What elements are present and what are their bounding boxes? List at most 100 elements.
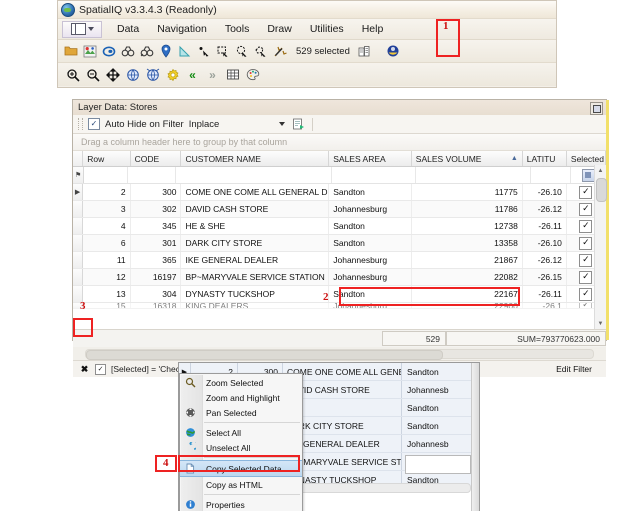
filter-cell-row[interactable] xyxy=(84,167,128,183)
select-polygon-icon[interactable] xyxy=(252,43,269,60)
filter-mode-combo[interactable]: Inplace xyxy=(189,119,285,130)
cell-latitude: -26.10 xyxy=(523,184,567,200)
menu-item-draw[interactable]: Draw xyxy=(258,21,301,37)
column-header-selected[interactable]: Selected ▼ xyxy=(567,151,606,166)
table-row[interactable]: 3302DAVID CASH STOREJohannesburg11786-26… xyxy=(73,201,606,218)
chevron-down-icon xyxy=(279,122,285,126)
context-menu-item-copy-selected-data[interactable]: Copy Selected Data xyxy=(180,460,302,477)
row-selected-checkbox[interactable]: ✓ xyxy=(579,254,592,267)
grid-horizontal-scroll-area[interactable] xyxy=(73,347,606,360)
panel-toggle-button[interactable] xyxy=(62,21,102,38)
auto-hide-checkbox[interactable]: ✓ xyxy=(88,118,100,130)
forward-double-icon[interactable]: » xyxy=(204,66,221,83)
context-bottom-input[interactable] xyxy=(405,455,471,474)
filter-mode-value: Inplace xyxy=(189,119,220,130)
row-selected-checkbox[interactable]: ✓ xyxy=(579,186,592,199)
context-menu-item-select-all[interactable]: Select All xyxy=(180,425,302,440)
menu-item-navigation[interactable]: Navigation xyxy=(148,21,216,37)
grid-horizontal-scrollbar[interactable] xyxy=(85,349,594,359)
column-header-sales-area[interactable]: SALES AREA xyxy=(329,151,412,166)
zoom-full-extent-icon[interactable] xyxy=(124,66,141,83)
select-rectangle-icon[interactable] xyxy=(214,43,231,60)
select-circle-icon[interactable] xyxy=(233,43,250,60)
binoculars-alt-icon[interactable] xyxy=(138,43,155,60)
row-selected-checkbox[interactable]: ✓ xyxy=(579,288,592,301)
context-menu-item-label: Copy Selected Data xyxy=(206,464,282,474)
selection-status: 529 selected xyxy=(296,46,350,57)
row-selected-checkbox[interactable]: ✓ xyxy=(579,237,592,250)
grid-icon[interactable] xyxy=(224,66,241,83)
zoom-previous-icon[interactable] xyxy=(144,66,161,83)
layer-table-icon[interactable] xyxy=(356,43,373,60)
filter-cell-latitude[interactable] xyxy=(531,167,571,183)
column-header-latitude[interactable]: LATITU xyxy=(523,151,567,166)
table-row[interactable]: 4345HE & SHESandton12738-26.11✓ xyxy=(73,218,606,235)
vertical-scroll-thumb[interactable] xyxy=(596,178,607,202)
context-menu-item-properties[interactable]: Properties xyxy=(180,497,302,511)
row-selected-checkbox[interactable]: ✓ xyxy=(579,220,592,233)
column-header-sales-volume[interactable]: SALES VOLUME ▲ xyxy=(412,151,523,166)
filter-cell-sales-area[interactable] xyxy=(332,167,415,183)
row-selected-checkbox[interactable]: ✓ xyxy=(579,271,592,284)
annotation-number-2: 2 xyxy=(323,291,329,303)
context-menu-item-zoom-and-highlight[interactable]: Zoom and Highlight xyxy=(180,390,302,405)
clear-selection-icon[interactable] xyxy=(271,43,288,60)
menu-item-data[interactable]: Data xyxy=(108,21,148,37)
menu-item-tools[interactable]: Tools xyxy=(216,21,259,37)
table-row-partial[interactable]: 1516318KING DEALERSJohannesburg22900-26.… xyxy=(73,303,606,309)
filter-cell-code[interactable] xyxy=(128,167,176,183)
context-menu-item-copy-as-html[interactable]: Copy as HTML xyxy=(180,477,302,492)
toolbar-divider xyxy=(312,118,313,131)
filter-cell-customer-name[interactable] xyxy=(176,167,332,183)
filter-enabled-checkbox[interactable]: ✓ xyxy=(95,364,106,375)
layer-data-icon[interactable] xyxy=(385,43,402,60)
edit-filter-link[interactable]: Edit Filter xyxy=(556,364,592,374)
context-menu-item-pan-selected[interactable]: Pan Selected xyxy=(180,405,302,420)
group-by-panel[interactable]: Drag a column header here to group by th… xyxy=(73,134,606,151)
scroll-down-arrow-icon[interactable]: ▼ xyxy=(595,318,606,329)
measure-triangle-icon[interactable] xyxy=(176,43,193,60)
horizontal-scroll-thumb[interactable] xyxy=(86,350,443,360)
menu-item-utilities[interactable]: Utilities xyxy=(301,21,353,37)
settings-gear-icon[interactable] xyxy=(164,66,181,83)
summary-count: 529 xyxy=(382,331,446,346)
lasso-select-icon[interactable] xyxy=(100,43,117,60)
context-menu-item-label: Zoom Selected xyxy=(206,378,263,388)
table-row[interactable]: 11365IKE GENERAL DEALERJohannesburg21867… xyxy=(73,252,606,269)
cell-row: 12 xyxy=(83,269,130,285)
open-folder-icon[interactable] xyxy=(62,43,79,60)
table-row[interactable]: ▶2300COME ONE COME ALL GENERAL DEALERSan… xyxy=(73,184,606,201)
pan-icon[interactable] xyxy=(104,66,121,83)
row-selected-checkbox[interactable]: ✓ xyxy=(579,303,592,308)
scroll-up-arrow-icon[interactable]: ▲ xyxy=(595,165,606,176)
back-double-icon[interactable]: « xyxy=(184,66,201,83)
map-layers-icon[interactable] xyxy=(81,43,98,60)
menu-item-help[interactable]: Help xyxy=(353,21,393,37)
row-selected-checkbox[interactable]: ✓ xyxy=(579,203,592,216)
funnel-icon[interactable]: ▼ xyxy=(604,155,606,162)
column-header-sales-volume-label: SALES VOLUME xyxy=(416,154,482,164)
arrow-select-icon[interactable] xyxy=(195,43,212,60)
column-header-code[interactable]: CODE xyxy=(131,151,182,166)
table-row[interactable]: 1216197BP~MARYVALE SERVICE STATIONJohann… xyxy=(73,269,606,286)
export-data-icon[interactable] xyxy=(290,116,307,133)
zoom-in-icon[interactable] xyxy=(64,66,81,83)
table-row[interactable]: 6301DARK CITY STORESandton13358-26.10✓ xyxy=(73,235,606,252)
filter-cell-sales-volume[interactable] xyxy=(416,167,531,183)
palette-icon[interactable] xyxy=(244,66,261,83)
zoom-out-icon[interactable] xyxy=(84,66,101,83)
context-menu-item-unselect-all[interactable]: Unselect All xyxy=(180,440,302,455)
filter-checkbox-indeterminate[interactable] xyxy=(582,169,595,182)
close-filter-button[interactable]: ✖ xyxy=(79,364,90,375)
table-row[interactable]: 13304DYNASTY TUCKSHOPSandton22167-26.11✓ xyxy=(73,286,606,303)
map-pin-icon[interactable] xyxy=(157,43,174,60)
restore-window-button[interactable] xyxy=(590,102,603,115)
layer-window-title-bar: Layer Data: Stores xyxy=(73,100,606,115)
column-header-row[interactable]: Row xyxy=(83,151,130,166)
grid-vertical-scrollbar[interactable]: ▲ ▼ xyxy=(594,165,606,329)
context-menu-item-zoom-selected[interactable]: Zoom Selected xyxy=(180,375,302,390)
context-menu-item-label: Copy as HTML xyxy=(206,480,263,490)
cell-customer-name: IKE GENERAL DEALER xyxy=(181,252,329,268)
column-header-customer-name[interactable]: CUSTOMER NAME xyxy=(181,151,329,166)
binoculars-icon[interactable] xyxy=(119,43,136,60)
